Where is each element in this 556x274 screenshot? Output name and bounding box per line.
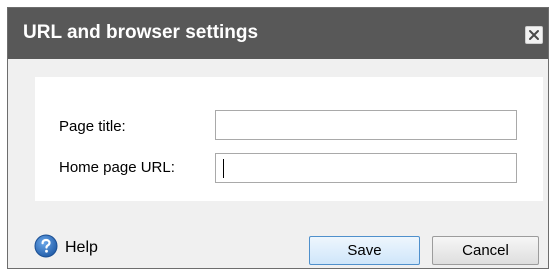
save-button[interactable]: Save [309,236,420,265]
home-page-url-label: Home page URL: [59,159,175,176]
dialog-title: URL and browser settings [23,22,259,43]
page-title-label: Page title: [59,118,126,135]
dialog-titlebar[interactable]: URL and browser settings [8,8,548,59]
help-link[interactable]: Help [65,239,98,257]
close-button[interactable] [525,26,543,44]
settings-form-panel: Page title: Home page URL: [35,77,543,201]
page-title-input[interactable] [215,110,517,140]
help-icon[interactable] [34,234,58,258]
cancel-button[interactable]: Cancel [432,236,539,265]
home-page-url-input[interactable] [215,153,517,183]
close-icon [528,29,540,41]
url-browser-settings-dialog: URL and browser settings Page title: Hom… [7,7,549,269]
text-caret [223,159,224,178]
